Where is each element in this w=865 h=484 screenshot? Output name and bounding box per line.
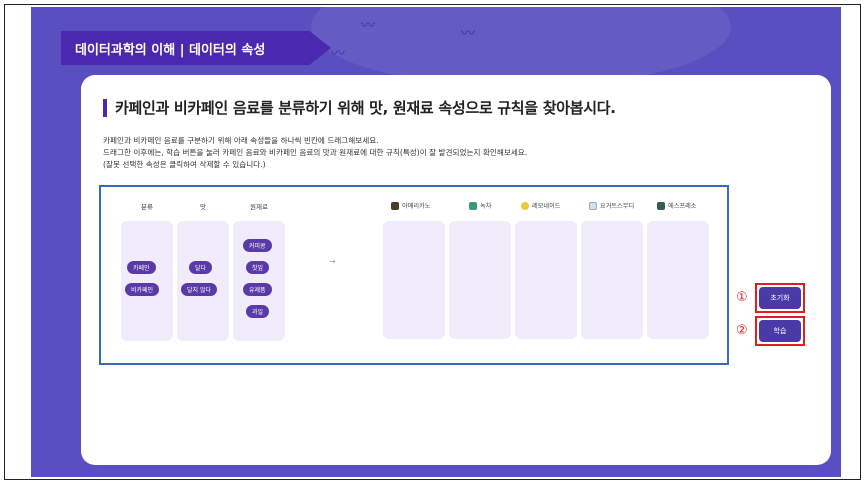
lesson-title-tab: 데이터과학의 이해 | 데이터의 속성 bbox=[61, 31, 331, 65]
column-header-category: 분류 bbox=[141, 203, 153, 211]
drop-zone-espresso[interactable] bbox=[647, 221, 709, 339]
beverage-name: 요거트스무디 bbox=[600, 203, 635, 210]
instruction-line: (잘못 선택한 속성은 클릭하여 삭제할 수 있습니다.) bbox=[103, 160, 266, 169]
reset-button[interactable]: 초기화 bbox=[759, 287, 801, 309]
beverage-name: 에스프레소 bbox=[668, 203, 697, 210]
main-card: 카페인과 비카페인 음료를 분류하기 위해 맛, 원재료 속성으로 규칙을 찾아… bbox=[81, 75, 831, 465]
beverage-name: 아메리카노 bbox=[402, 203, 431, 210]
drop-zone-green-tea[interactable] bbox=[449, 221, 511, 339]
heading-text: 카페인과 비카페인 음료를 분류하기 위해 맛, 원재료 속성으로 규칙을 찾아… bbox=[115, 99, 616, 117]
drop-zone-smoothie[interactable] bbox=[581, 221, 643, 339]
drop-zone-americano[interactable] bbox=[383, 221, 445, 339]
instruction-line: 카페인과 비카페인 음료를 구분하기 위해 아래 속성들을 하나씩 빈칸에 드래… bbox=[103, 136, 379, 145]
lemonade-icon bbox=[521, 201, 529, 210]
bird-decoration-icon: 〰 bbox=[361, 18, 375, 34]
instruction-line: 드래그한 이후에는, 학습 버튼을 눌러 카페인 음료와 비카페인 음료의 맛과… bbox=[103, 148, 528, 157]
drop-zone-lemonade[interactable] bbox=[515, 221, 577, 339]
arrow-icon: → bbox=[329, 257, 336, 266]
heading-accent-bar bbox=[103, 98, 107, 117]
beverage-header-smoothie: 요거트스무디 bbox=[589, 201, 634, 210]
column-header-taste: 맛 bbox=[200, 203, 206, 211]
step-number-1: ① bbox=[736, 290, 748, 305]
beverage-header-espresso: 에스프레소 bbox=[657, 201, 696, 210]
reset-button-highlight: 초기화 bbox=[755, 283, 805, 313]
learn-button-highlight: 학습 bbox=[755, 316, 805, 346]
instructions: 카페인과 비카페인 음료를 구분하기 위해 아래 속성들을 하나씩 빈칸에 드래… bbox=[103, 135, 527, 171]
beverage-header-green-tea: 녹차 bbox=[469, 201, 491, 210]
chip-caffeine[interactable]: 카페인 bbox=[127, 261, 156, 274]
app-stage: 〰 〰 〰 데이터과학의 이해 | 데이터의 속성 카페인과 비카페인 음료를 … bbox=[31, 7, 841, 477]
green-tea-cup-icon bbox=[469, 201, 477, 210]
screenshot-frame: 〰 〰 〰 데이터과학의 이해 | 데이터의 속성 카페인과 비카페인 음료를 … bbox=[4, 4, 861, 480]
column-header-ingredient: 원재료 bbox=[250, 203, 268, 211]
beverage-header-americano: 아메리카노 bbox=[391, 201, 430, 210]
activity-heading: 카페인과 비카페인 음료를 분류하기 위해 맛, 원재료 속성으로 규칙을 찾아… bbox=[103, 97, 616, 118]
chip-tea-leaf[interactable]: 찻잎 bbox=[246, 261, 270, 274]
bird-decoration-icon: 〰 bbox=[331, 46, 345, 62]
chip-sweet[interactable]: 달다 bbox=[189, 261, 213, 274]
bird-decoration-icon: 〰 bbox=[461, 26, 475, 42]
smoothie-cup-icon bbox=[589, 201, 597, 210]
chip-non-caffeine[interactable]: 비카페인 bbox=[125, 283, 160, 296]
learn-button[interactable]: 학습 bbox=[759, 320, 801, 342]
attribute-column-ingredient: 커피콩 찻잎 유제품 과일 bbox=[233, 221, 285, 341]
americano-cup-icon bbox=[391, 201, 399, 210]
attribute-column-category: 카페인 비카페인 bbox=[121, 221, 173, 341]
chip-fruit[interactable]: 과일 bbox=[246, 305, 270, 318]
espresso-cup-icon bbox=[657, 201, 665, 210]
chip-dairy[interactable]: 유제품 bbox=[243, 283, 272, 296]
beverage-name: 녹차 bbox=[480, 203, 492, 210]
beverage-header-lemonade: 레모네이드 bbox=[521, 201, 560, 210]
chip-coffee-bean[interactable]: 커피콩 bbox=[243, 239, 272, 252]
chip-not-sweet[interactable]: 달지 않다 bbox=[181, 283, 217, 296]
step-number-2: ② bbox=[736, 323, 748, 338]
drag-work-area: 분류 맛 원재료 카페인 비카페인 달다 달지 않다 커피콩 찻잎 유제품 과일 bbox=[99, 185, 729, 365]
attribute-column-taste: 달다 달지 않다 bbox=[177, 221, 229, 341]
beverage-name: 레모네이드 bbox=[532, 203, 561, 210]
